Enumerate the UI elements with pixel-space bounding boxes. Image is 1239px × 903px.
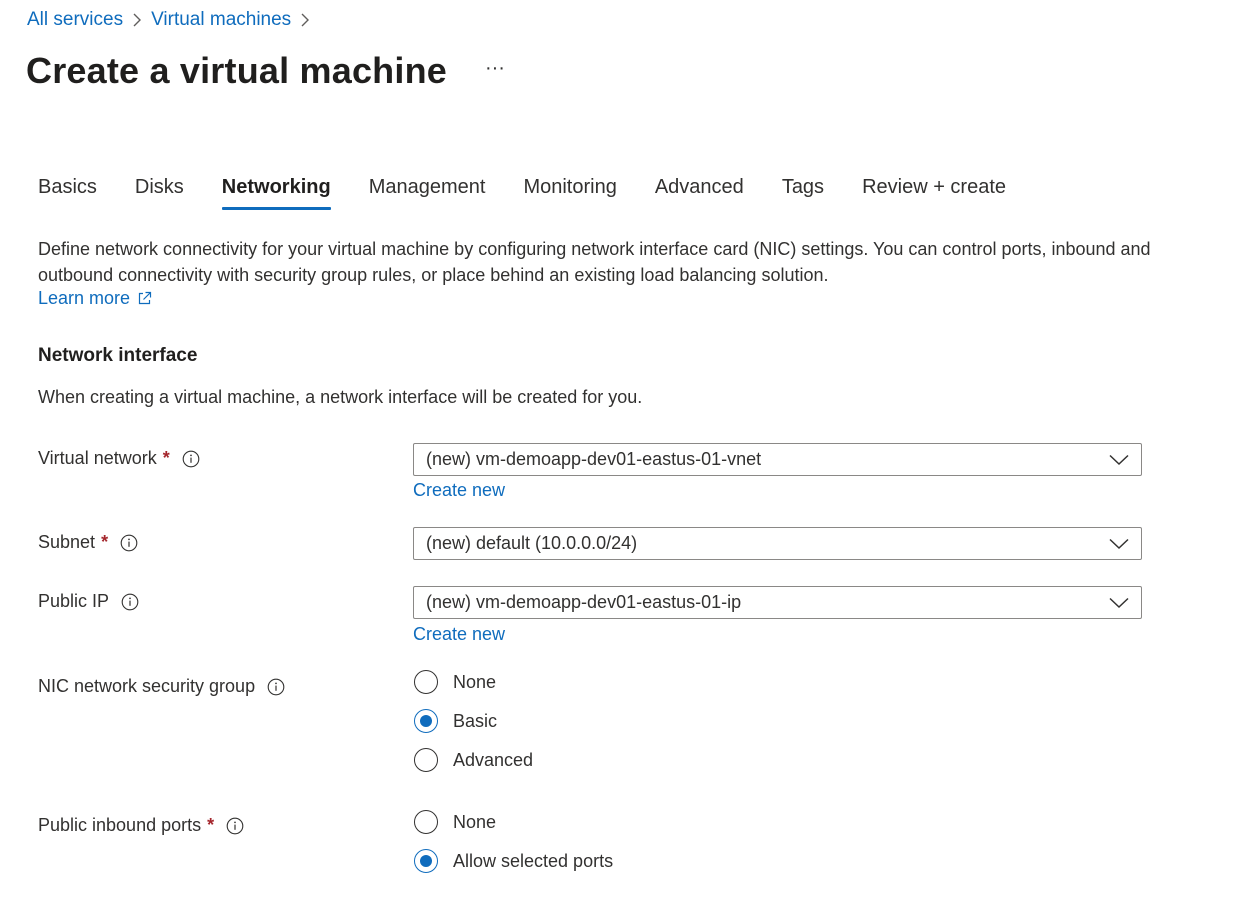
inbound-ports-option-allow-selected[interactable]: Allow selected ports	[414, 849, 613, 873]
info-icon[interactable]	[226, 817, 244, 835]
virtual-network-value: (new) vm-demoapp-dev01-eastus-01-vnet	[426, 449, 762, 469]
section-title: Network interface	[38, 345, 198, 366]
tab-tags[interactable]: Tags	[782, 176, 824, 210]
subnet-dropdown[interactable]: (new) default (10.0.0.0/24)	[413, 527, 1142, 560]
nic-nsg-option-none[interactable]: None	[414, 670, 496, 694]
radio-button-selected[interactable]	[414, 849, 438, 873]
breadcrumb-all-services[interactable]: All services	[27, 9, 123, 31]
subnet-label-text: Subnet	[38, 532, 96, 552]
info-icon[interactable]	[120, 534, 138, 552]
nic-nsg-option-label: Advanced	[453, 749, 534, 770]
chevron-right-icon	[291, 9, 319, 31]
chevron-down-icon	[1109, 454, 1129, 465]
required-marker: *	[207, 815, 215, 835]
tab-basics[interactable]: Basics	[38, 176, 97, 210]
page: All services Virtual machines Create a v…	[0, 0, 1239, 903]
required-marker: *	[101, 532, 109, 552]
radio-button[interactable]	[414, 810, 438, 834]
inbound-ports-option-none[interactable]: None	[414, 810, 496, 834]
public-ip-value: (new) vm-demoapp-dev01-eastus-01-ip	[426, 592, 742, 612]
title-row: Create a virtual machine ···	[26, 50, 505, 92]
required-marker: *	[162, 448, 170, 468]
public-ip-label-text: Public IP	[38, 591, 110, 611]
nic-nsg-label-text: NIC network security group	[38, 676, 256, 696]
nic-nsg-option-basic[interactable]: Basic	[414, 709, 497, 733]
nic-nsg-option-label: Basic	[453, 710, 498, 731]
info-icon[interactable]	[182, 450, 200, 468]
info-icon[interactable]	[267, 678, 285, 696]
nic-nsg-option-advanced[interactable]: Advanced	[414, 748, 533, 772]
inbound-ports-option-label: Allow selected ports	[453, 850, 614, 871]
radio-button[interactable]	[414, 670, 438, 694]
subnet-label: Subnet *	[38, 532, 138, 553]
public-inbound-ports-label-text: Public inbound ports	[38, 815, 202, 835]
chevron-down-icon	[1109, 597, 1129, 608]
tab-review-create[interactable]: Review + create	[862, 176, 1006, 210]
subnet-value: (new) default (10.0.0.0/24)	[426, 533, 638, 553]
nic-nsg-option-label: None	[453, 671, 497, 692]
chevron-right-icon	[123, 9, 151, 31]
tab-monitoring[interactable]: Monitoring	[523, 176, 616, 210]
public-inbound-ports-label: Public inbound ports *	[38, 815, 244, 836]
virtual-network-create-new-link[interactable]: Create new	[413, 480, 505, 501]
breadcrumb-virtual-machines[interactable]: Virtual machines	[151, 9, 291, 31]
tab-management[interactable]: Management	[369, 176, 486, 210]
tab-advanced[interactable]: Advanced	[655, 176, 744, 210]
tab-networking[interactable]: Networking	[221, 176, 331, 210]
public-ip-label: Public IP	[38, 591, 139, 612]
chevron-down-icon	[1109, 538, 1129, 549]
tab-description: Define network connectivity for your vir…	[38, 239, 1151, 285]
learn-more-label: Learn more	[38, 288, 131, 308]
tab-disks[interactable]: Disks	[135, 176, 184, 210]
section-description: When creating a virtual machine, a netwo…	[38, 387, 643, 407]
inbound-ports-option-label: None	[453, 811, 497, 832]
virtual-network-dropdown[interactable]: (new) vm-demoapp-dev01-eastus-01-vnet	[413, 443, 1142, 476]
radio-button[interactable]	[414, 748, 438, 772]
virtual-network-label: Virtual network *	[38, 448, 200, 469]
info-icon[interactable]	[121, 593, 139, 611]
external-link-icon	[138, 291, 152, 305]
breadcrumb: All services Virtual machines	[27, 9, 319, 31]
tab-bar: Basics Disks Networking Management Monit…	[38, 176, 1044, 210]
virtual-network-label-text: Virtual network	[38, 448, 157, 468]
public-ip-dropdown[interactable]: (new) vm-demoapp-dev01-eastus-01-ip	[413, 586, 1142, 619]
page-title: Create a virtual machine	[26, 50, 447, 91]
public-ip-create-new-link[interactable]: Create new	[413, 624, 505, 645]
radio-button-selected[interactable]	[414, 709, 438, 733]
learn-more-link[interactable]: Learn more	[38, 288, 152, 309]
nic-nsg-label: NIC network security group	[38, 676, 285, 697]
more-options-button[interactable]: ···	[485, 58, 505, 78]
